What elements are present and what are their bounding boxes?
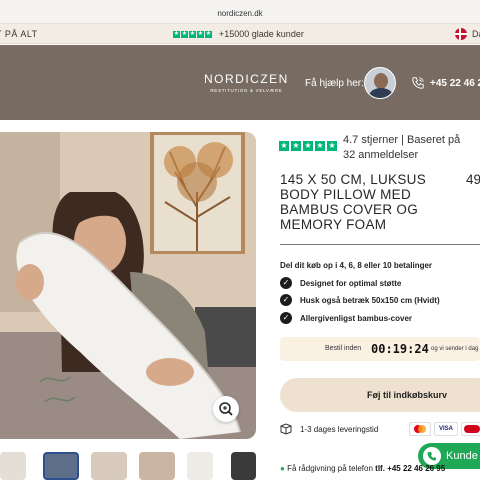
promo-bar: T PÅ ALT ★ ★ ★ ★ ★ +15000 glade kunder D… (0, 24, 480, 44)
product-photo (0, 132, 256, 439)
bullet-icon: ● (280, 464, 285, 473)
rating-stars[interactable]: ★ ★ ★ ★ ★ (279, 141, 337, 151)
check-icon: ✓ (280, 294, 292, 306)
dankort-icon (461, 422, 480, 436)
customer-count: +15000 glade kunder (219, 29, 304, 39)
check-icon: ✓ (280, 312, 292, 324)
language-selector[interactable]: Da (472, 29, 480, 39)
rating-summary[interactable]: 4.7 stjerner | Baseret på 32 anmeldelser (343, 133, 473, 163)
benefit-text[interactable]: Husk også betræk 50x150 cm (Hvidt) (300, 296, 440, 305)
browser-address-bar[interactable]: nordiczen.dk (0, 0, 480, 24)
countdown-timer: 00:19:24 (371, 342, 429, 356)
whatsapp-icon (423, 447, 441, 465)
logo-tagline: RESTITUTION & VELVÆRE (210, 88, 283, 93)
thumbnail[interactable] (187, 452, 213, 480)
divider (280, 244, 480, 245)
site-header: NORDICZEN RESTITUTION & VELVÆRE Få hjælp… (0, 45, 480, 120)
star-icon: ★ (315, 141, 325, 151)
help-label: Få hjælp her: (305, 78, 364, 89)
star-icon: ★ (303, 141, 313, 151)
product-main-image[interactable] (0, 132, 256, 439)
promo-shipping-text: T PÅ ALT (0, 29, 38, 39)
zoom-in-icon (219, 402, 233, 416)
header-phone-number[interactable]: +45 22 46 26 (430, 78, 480, 89)
installments-text: Del dit køb op i 4, 6, 8 eller 10 betali… (280, 261, 433, 270)
benefit-item: ✓ Designet for optimal støtte (280, 277, 401, 289)
star-icon: ★ (197, 30, 204, 38)
logo[interactable]: NORDICZEN RESTITUTION & VELVÆRE (204, 72, 289, 93)
add-to-cart-button[interactable]: Føj til indkøbskurv (280, 378, 480, 412)
benefit-text: Designet for optimal støtte (300, 278, 402, 288)
phone-icon[interactable] (411, 76, 425, 90)
delivery-text: 1-3 dages leveringstid (300, 424, 379, 434)
url-text[interactable]: nordiczen.dk (0, 9, 480, 18)
avatar-body (369, 88, 393, 98)
benefit-text: Allergivenligst bambus-cover (300, 313, 413, 323)
support-avatar[interactable] (364, 67, 396, 99)
countdown-suffix: og vi sender i dag (431, 346, 479, 352)
countdown-label: Bestil inden (325, 345, 362, 352)
thumbnail[interactable] (139, 452, 175, 480)
star-icon: ★ (279, 141, 289, 151)
mastercard-icon (409, 422, 431, 436)
star-icon: ★ (327, 141, 337, 151)
advice-phone[interactable]: tlf. +45 22 46 26 95 (375, 464, 445, 473)
zoom-button[interactable] (213, 396, 239, 422)
thumbnail[interactable] (0, 452, 26, 480)
star-icon: ★ (173, 30, 180, 38)
order-countdown: Bestil inden 00:19:24 og vi sender i dag (280, 337, 480, 361)
avatar-head (374, 73, 388, 89)
thumbnail[interactable] (43, 452, 79, 480)
thumbnail[interactable] (91, 452, 127, 480)
star-icon: ★ (181, 30, 188, 38)
visa-icon: VISA (434, 422, 458, 436)
mastercard-logo (414, 425, 426, 433)
delivery-info: 1-3 dages leveringstid (280, 423, 378, 435)
product-price: 49 (466, 172, 480, 187)
chat-label: Kunde (446, 450, 478, 462)
denmark-flag-icon[interactable] (455, 28, 467, 40)
product-title: 145 X 50 CM, LUKSUS BODY PILLOW MED BAMB… (280, 172, 427, 232)
add-to-cart-label: Føj til indkøbskurv (367, 390, 448, 400)
thumbnail[interactable] (231, 452, 256, 480)
advice-label: Få rådgivning på telefon (287, 464, 373, 473)
star-icon: ★ (291, 141, 301, 151)
star-icon: ★ (189, 30, 196, 38)
star-icon: ★ (205, 30, 212, 38)
thumbnail-strip (0, 452, 256, 480)
benefit-item: ✓ Husk også betræk 50x150 cm (Hvidt) (280, 294, 440, 306)
dankort-logo (464, 425, 480, 433)
logo-name: NORDICZEN (204, 72, 289, 86)
benefit-item: ✓ Allergivenligst bambus-cover (280, 312, 412, 324)
check-icon: ✓ (280, 277, 292, 289)
trustpilot-stars: ★ ★ ★ ★ ★ (173, 30, 212, 38)
trust-summary: ★ ★ ★ ★ ★ +15000 glade kunder (173, 29, 304, 39)
box-icon (280, 423, 292, 435)
phone-advice: ● Få rådgivning på telefon tlf. +45 22 4… (280, 464, 445, 473)
